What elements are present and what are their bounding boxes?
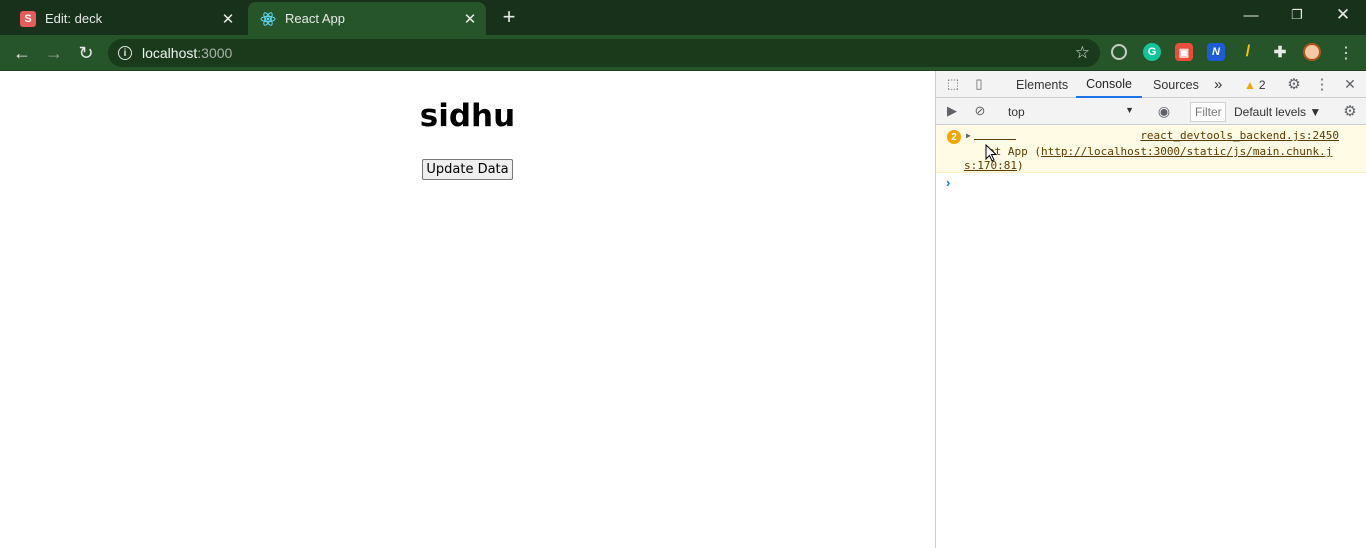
tab-sources[interactable]: Sources [1153,71,1199,98]
close-tab-icon[interactable]: ✕ [216,7,240,31]
react-icon [260,11,276,26]
console-toolbar: ▶ ⊘ top ▼ ◉ Filter Default levels ▼ ⚙ [936,98,1366,125]
console-warning-message[interactable]: 2 ▶ react_devtools_backend.js:2450 at Ap… [936,125,1366,173]
clear-console-icon[interactable]: ⊘ [971,102,989,120]
tab-edit-deck[interactable]: S Edit: deck ✕ [8,2,244,35]
message-source-link[interactable]: react_devtools_backend.js:2450 [1140,129,1339,142]
browser-menu-icon[interactable]: ⋮ [1332,39,1360,67]
dropdown-arrow-icon: ▼ [1125,105,1134,115]
stack-suffix: ) [1016,159,1024,172]
devtools-menu-icon[interactable]: ⋮ [1313,75,1331,93]
minimize-icon[interactable]: — [1228,0,1274,30]
restore-icon[interactable]: ❐ [1274,0,1320,30]
puzzle-icon[interactable]: ✚ [1271,43,1289,61]
stack-line: at App (http://localhost:3000/static/js/… [988,145,1332,158]
devtools-tab-bar: ⬚ ▯ Elements Console Sources » ▲ 2 ⚙ ⋮ ✕ [936,71,1366,98]
device-toolbar-icon[interactable]: ▯ [970,75,988,93]
s-favicon-icon: S [20,10,36,27]
grammarly-icon[interactable]: G [1143,43,1161,61]
address-bar[interactable]: i localhost:3000 ☆ [108,39,1100,67]
context-value: top [1008,104,1025,119]
live-expression-eye-icon[interactable]: ◉ [1155,102,1173,120]
inspect-element-icon[interactable]: ⬚ [944,75,962,93]
log-levels-select[interactable]: Default levels ▼ [1234,102,1321,121]
tab-elements[interactable]: Elements [1016,71,1068,98]
browser-toolbar: ← → ↻ i localhost:3000 ☆ G ▣ N / ✚ ⋮ [0,35,1366,71]
extension-n-icon[interactable]: N [1207,43,1225,61]
filter-input[interactable]: Filter [1190,102,1226,122]
url-port: :3000 [197,45,233,61]
close-tab-icon[interactable]: ✕ [458,7,482,31]
console-settings-gear-icon[interactable]: ⚙ [1341,102,1359,120]
circle-extension-icon[interactable] [1111,44,1127,60]
extension-red-icon[interactable]: ▣ [1175,43,1193,61]
console-prompt[interactable]: › [946,175,950,190]
close-devtools-icon[interactable]: ✕ [1341,75,1359,93]
page-viewport: sidhu Update Data [0,71,935,548]
stack-url-link[interactable]: http://localhost:3000/static/js/main.chu… [1041,145,1332,158]
forward-arrow-icon[interactable]: → [40,39,68,67]
warning-count: 2 [1258,77,1266,92]
tab-title: React App [285,11,345,26]
devtools-panel: ⬚ ▯ Elements Console Sources » ▲ 2 ⚙ ⋮ ✕… [935,71,1366,548]
bookmark-star-icon[interactable]: ☆ [1075,43,1090,63]
browser-chrome: S Edit: deck ✕ React App ✕ + — ❐ ✕ ← → ↻… [0,0,1366,71]
context-select[interactable]: top ▼ [1000,102,1140,121]
tab-react-app[interactable]: React App ✕ [248,2,486,35]
warnings-counter[interactable]: ▲ 2 [1244,71,1266,98]
tab-console[interactable]: Console [1076,71,1142,98]
expand-triangle-icon[interactable]: ▶ [966,131,971,140]
info-icon[interactable]: i [118,46,132,60]
profile-avatar[interactable] [1303,43,1321,61]
page-heading: sidhu [419,98,516,134]
warning-triangle-icon: ▲ [1244,77,1256,92]
reload-icon[interactable]: ↻ [72,39,100,67]
sidebar-toggle-icon[interactable]: ▶ [943,102,961,120]
message-text-placeholder [974,127,1016,140]
tab-strip: S Edit: deck ✕ React App ✕ + — ❐ ✕ [0,0,1366,35]
repeat-count-badge: 2 [947,130,961,144]
settings-gear-icon[interactable]: ⚙ [1285,75,1303,93]
pencil-icon[interactable]: / [1239,43,1257,61]
more-tabs-icon[interactable]: » [1214,71,1222,98]
url-host: localhost [142,45,198,61]
update-data-button[interactable]: Update Data [422,159,513,180]
new-tab-button[interactable]: + [497,4,521,29]
mouse-cursor-icon [985,144,997,162]
tab-title: Edit: deck [45,11,103,26]
back-arrow-icon[interactable]: ← [8,39,36,67]
close-window-icon[interactable]: ✕ [1320,0,1366,30]
